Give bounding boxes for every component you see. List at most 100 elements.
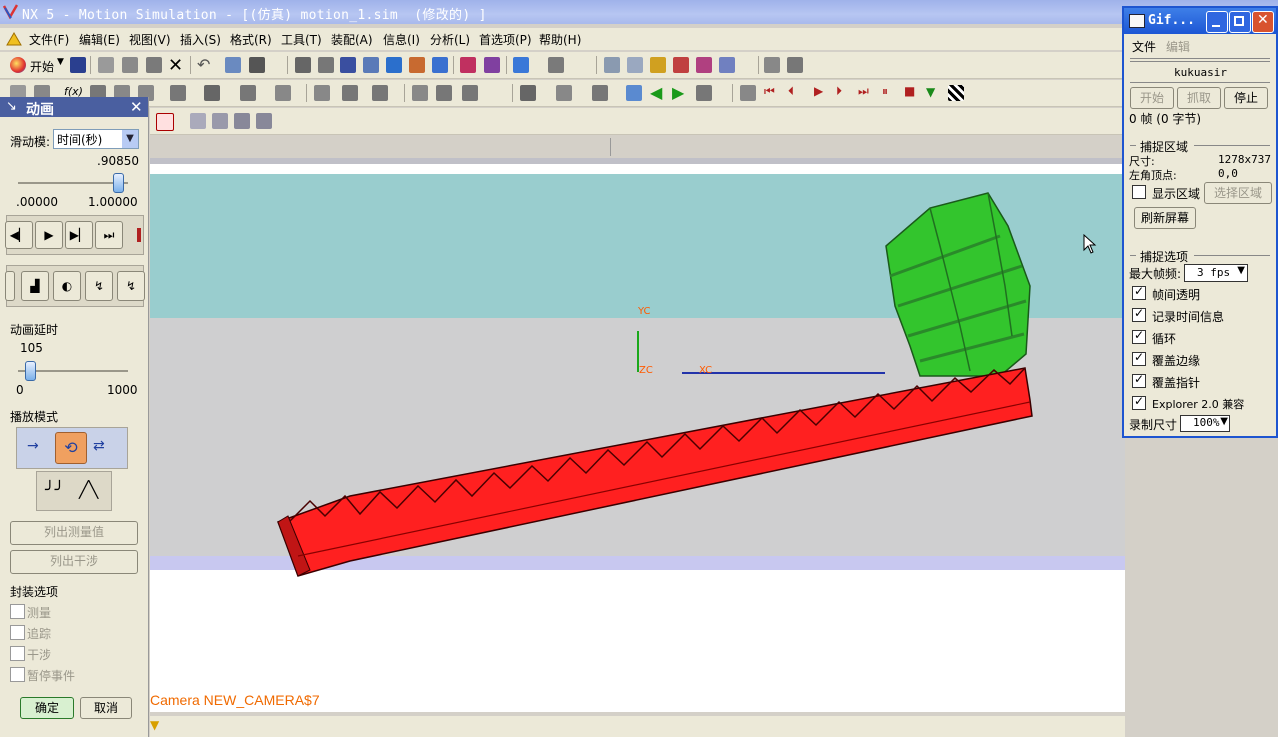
graph-icon[interactable] (372, 85, 388, 101)
step-back-button[interactable]: ◀▏ (5, 221, 33, 249)
loop-icon[interactable]: ⟲ (55, 432, 87, 464)
time-slider-thumb[interactable] (113, 173, 125, 193)
filter-icon[interactable] (249, 57, 265, 73)
ping-pong-icon[interactable]: ⇄ (93, 438, 105, 454)
animation-icon[interactable] (740, 85, 756, 101)
light-icon[interactable] (650, 57, 666, 73)
paste-icon[interactable] (146, 57, 162, 73)
articulation-step-icon[interactable]: ╯╯ (45, 480, 64, 499)
cut-icon[interactable] (98, 57, 114, 73)
interference-button[interactable]: ↯ (117, 271, 145, 301)
rewind-icon[interactable]: ⏮ (764, 84, 775, 99)
chevron-down-icon[interactable]: ▼ (57, 57, 64, 67)
marker-icon[interactable] (673, 57, 689, 73)
undo-icon[interactable]: ↶ (197, 55, 210, 74)
start-button[interactable]: 开始 (30, 58, 54, 75)
point-icon[interactable] (627, 57, 643, 73)
time-slider-track[interactable] (18, 182, 128, 184)
step-forward-button[interactable]: ▶▏ (65, 221, 93, 249)
gif-start-button[interactable]: 开始 (1130, 87, 1174, 109)
trace-checkbox[interactable] (10, 625, 25, 640)
pan-icon[interactable] (409, 57, 425, 73)
angle-icon[interactable] (787, 57, 803, 73)
ok-button[interactable]: 确定 (20, 697, 74, 719)
cube-icon[interactable] (513, 57, 529, 73)
tag-icon[interactable] (696, 57, 712, 73)
return-icon[interactable] (190, 113, 206, 129)
measure-button[interactable]: ◐ (53, 271, 81, 301)
menu-preferences[interactable]: 首选项(P) (479, 31, 532, 48)
explode-icon[interactable] (436, 85, 452, 101)
menu-info[interactable]: 信息(I) (383, 31, 420, 48)
fast-forward-icon[interactable]: ⏭ (858, 84, 869, 99)
select-icon[interactable] (225, 57, 241, 73)
menu-insert[interactable]: 插入(S) (180, 31, 221, 48)
option-checkbox[interactable] (1132, 306, 1146, 322)
play-once-icon[interactable]: → (27, 438, 39, 454)
down-arrow-icon[interactable]: ▼ (926, 85, 935, 99)
close-icon[interactable]: ✕ (130, 98, 143, 116)
snap-icon[interactable] (604, 57, 620, 73)
hand-icon[interactable] (256, 113, 272, 129)
motion-icon[interactable] (460, 57, 476, 73)
chevron-down-icon[interactable]: ▼ (122, 130, 138, 148)
delete-icon[interactable]: ✕ (168, 55, 183, 76)
trace-icon[interactable] (412, 85, 428, 101)
export-icon[interactable] (626, 85, 642, 101)
wireframe-icon[interactable] (318, 57, 334, 73)
joint-icon[interactable] (484, 57, 500, 73)
shaded-icon[interactable] (295, 57, 311, 73)
list-interference-button[interactable]: 列出干涉 (10, 550, 138, 574)
interference-icon[interactable] (462, 85, 478, 101)
refresh-icon[interactable] (696, 85, 712, 101)
list-measurements-button[interactable]: 列出测量值 (10, 521, 138, 545)
menu-tools[interactable]: 工具(T) (281, 31, 322, 48)
graphics-viewport[interactable]: YC ZC XC Camera NEW_CAMERA$7 (150, 136, 1125, 712)
layer-icon[interactable] (548, 57, 564, 73)
gif-menu-file[interactable]: 文件 (1132, 38, 1156, 55)
record-size-select[interactable]: 100% ▼ (1180, 415, 1230, 432)
max-fps-select[interactable]: 3 fps ▼ (1184, 264, 1248, 282)
articulation-icon[interactable] (556, 85, 572, 101)
menu-file[interactable]: 文件(F) (29, 31, 69, 48)
solver-icon[interactable] (314, 85, 330, 101)
delay-slider-thumb[interactable] (25, 361, 37, 381)
cloud-icon[interactable] (212, 113, 228, 129)
menu-view[interactable]: 视图(V) (129, 31, 171, 48)
play-icon[interactable]: ▶ (814, 84, 823, 98)
measure-icon[interactable] (764, 57, 780, 73)
measure-checkbox[interactable] (10, 604, 25, 619)
zoom-icon[interactable] (363, 57, 379, 73)
interference-checkbox[interactable] (10, 646, 25, 661)
orient-icon[interactable] (719, 57, 735, 73)
force-icon[interactable] (204, 85, 220, 101)
chevron-down-icon[interactable]: ▼ (1237, 265, 1245, 276)
pause-icon[interactable]: ⏸ (882, 84, 888, 99)
option-checkbox[interactable] (1132, 394, 1146, 410)
fit-icon[interactable] (340, 57, 356, 73)
package-icon[interactable] (592, 85, 608, 101)
pin-icon[interactable]: ↘ (6, 99, 17, 114)
snapshot-icon[interactable]: ▟ (21, 271, 49, 301)
cancel-button[interactable]: 取消 (80, 697, 132, 719)
gif-stop-button[interactable]: 停止 (1224, 87, 1268, 109)
arrow-left-icon[interactable]: ◀ (650, 83, 662, 102)
close-icon[interactable]: ✕ (1252, 11, 1274, 33)
stop-animation-icon[interactable]: ■ (904, 84, 915, 98)
solution-icon[interactable] (342, 85, 358, 101)
option-checkbox[interactable] (1132, 328, 1146, 344)
menu-format[interactable]: 格式(R) (230, 31, 272, 48)
fast-forward-button[interactable]: ⏭ (95, 221, 123, 249)
gif-grab-button[interactable]: 抓取 (1177, 87, 1221, 109)
arrow-right-icon[interactable]: ▶ (672, 83, 684, 102)
refresh-screen-button[interactable]: 刷新屏幕 (1134, 207, 1196, 229)
menu-assembly[interactable]: 装配(A) (331, 31, 373, 48)
select-area-button[interactable]: 选择区域 (1204, 182, 1272, 204)
articulation-joint-icon[interactable]: ╱╲ (79, 480, 98, 499)
rotate-icon[interactable] (386, 57, 402, 73)
pause-event-checkbox[interactable] (10, 667, 25, 682)
option-checkbox[interactable] (1132, 350, 1146, 366)
gif-menu-edit[interactable]: 编辑 (1166, 38, 1190, 55)
copy-icon[interactable] (122, 57, 138, 73)
step-forward-icon[interactable]: ⏵ (836, 84, 842, 99)
